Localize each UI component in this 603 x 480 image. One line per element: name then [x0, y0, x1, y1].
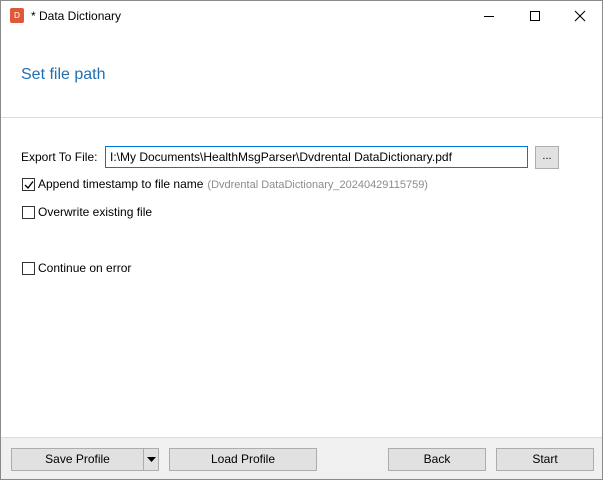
overwrite-checkbox[interactable] — [22, 206, 35, 219]
timestamp-preview-hint: (Dvdrental DataDictionary_20240429115759… — [207, 179, 428, 191]
export-to-file-label: Export To File: — [21, 150, 98, 164]
close-button[interactable] — [557, 1, 602, 32]
continue-on-error-checkbox[interactable] — [22, 262, 35, 275]
app-window: D * Data Dictionary Set file path Export… — [0, 0, 603, 480]
close-icon — [574, 10, 586, 22]
minimize-button[interactable] — [466, 1, 512, 32]
browse-button[interactable]: ... — [535, 146, 559, 169]
load-profile-button[interactable]: Load Profile — [169, 448, 317, 471]
minimize-icon — [484, 16, 494, 17]
dropdown-arrow-icon — [147, 457, 156, 462]
continue-on-error-label: Continue on error — [38, 261, 132, 275]
wizard-header: Set file path — [1, 32, 602, 118]
app-logo-icon: D — [10, 8, 24, 23]
overwrite-label: Overwrite existing file — [38, 205, 153, 219]
append-timestamp-label: Append timestamp to file name (Dvdrental … — [38, 177, 428, 193]
checkmark-icon — [24, 181, 34, 190]
save-profile-dropdown[interactable] — [143, 448, 159, 471]
maximize-button[interactable] — [512, 1, 558, 32]
start-button[interactable]: Start — [496, 448, 594, 471]
maximize-icon — [530, 11, 540, 21]
footer-bar: Save Profile Load Profile Back Start — [1, 437, 602, 479]
title-bar[interactable]: D * Data Dictionary — [1, 1, 602, 32]
append-timestamp-checkbox[interactable] — [22, 178, 35, 191]
append-timestamp-text: Append timestamp to file name — [38, 177, 204, 191]
page-title: Set file path — [21, 66, 106, 83]
window-title: * Data Dictionary — [31, 9, 122, 23]
export-path-input[interactable] — [105, 146, 528, 168]
save-profile-button[interactable]: Save Profile — [11, 448, 144, 471]
back-button[interactable]: Back — [388, 448, 486, 471]
